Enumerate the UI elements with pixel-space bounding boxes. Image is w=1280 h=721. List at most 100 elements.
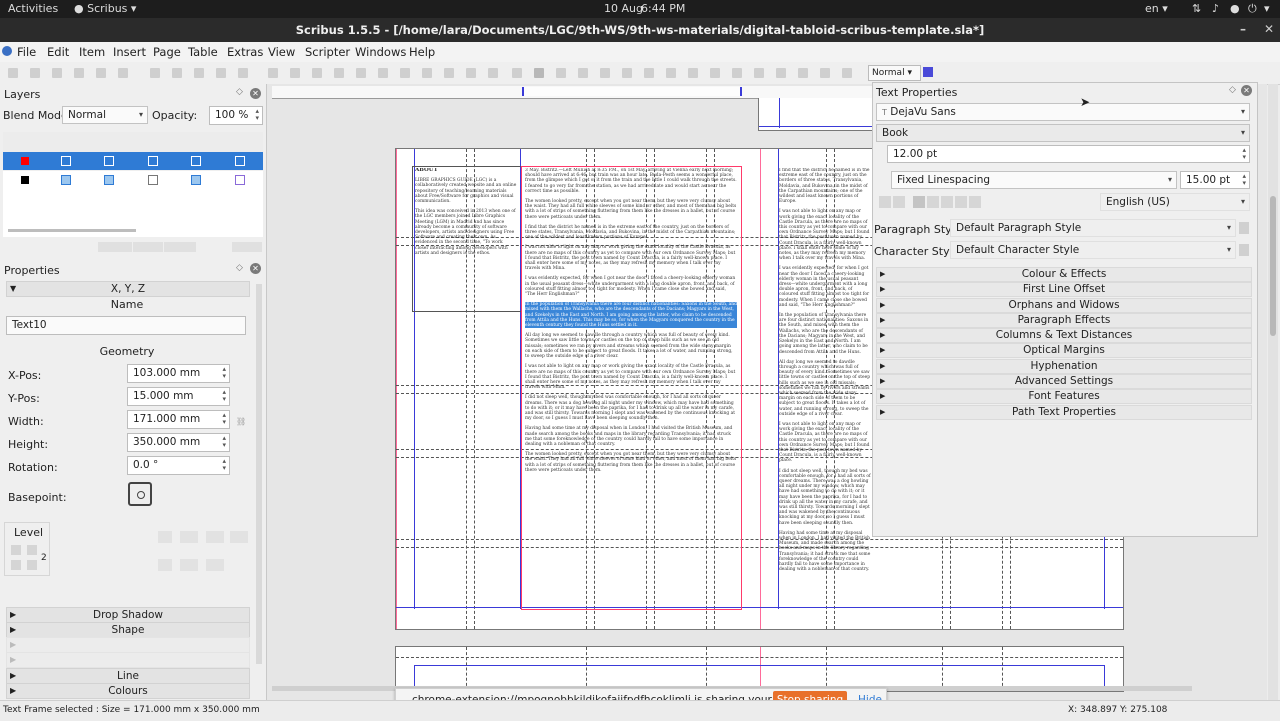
- language-indicator[interactable]: en ▾: [1145, 2, 1168, 15]
- menu-page[interactable]: Page: [153, 45, 181, 59]
- printing-enabled-icon[interactable]: [158, 559, 172, 571]
- x-pos-field[interactable]: 103.000 mm ▴ ▾: [127, 364, 230, 383]
- close-text-properties-icon[interactable]: ✕: [1241, 85, 1252, 96]
- scrollbar-thumb[interactable]: [1270, 196, 1276, 336]
- menu-view[interactable]: View: [268, 45, 295, 59]
- font-family-select[interactable]: T DejaVu Sans ▾: [876, 103, 1250, 121]
- spin-arrows-icon[interactable]: ▴ ▾: [1242, 173, 1246, 187]
- line-section[interactable]: ▶ Line: [6, 668, 250, 684]
- vertical-align-icon[interactable]: [955, 196, 967, 208]
- menu-table[interactable]: Table: [188, 45, 218, 59]
- lower-layer-icon[interactable]: [232, 242, 262, 252]
- calligraphic-icon[interactable]: [512, 68, 522, 78]
- system-menu-chevron-icon[interactable]: ▾: [1264, 2, 1270, 15]
- table-icon[interactable]: [334, 68, 344, 78]
- spin-arrows-icon[interactable]: ▴ ▾: [222, 435, 226, 449]
- flow-checkbox[interactable]: [191, 175, 201, 185]
- menu-item[interactable]: Item: [79, 45, 105, 59]
- bezier-icon[interactable]: [466, 68, 476, 78]
- lower-level-icon[interactable]: [27, 545, 37, 555]
- advanced-settings-section[interactable]: ▶ Advanced Settings: [876, 374, 1252, 389]
- line-icon[interactable]: [444, 68, 454, 78]
- text-annotation-icon[interactable]: [820, 68, 830, 78]
- width-field[interactable]: 171.000 mm ▴ ▾: [127, 410, 230, 429]
- edit-character-style-icon[interactable]: [1239, 244, 1249, 256]
- y-pos-field[interactable]: 15.000 mm ▴ ▾: [127, 387, 230, 406]
- spin-arrows-icon[interactable]: ▴ ▾: [222, 366, 226, 380]
- open-icon[interactable]: [30, 68, 40, 78]
- menu-windows[interactable]: Windows: [355, 45, 406, 59]
- polygon-icon[interactable]: [378, 68, 388, 78]
- float-panel-icon[interactable]: ◇: [236, 87, 243, 97]
- link-proportions-icon[interactable]: ⛓: [236, 417, 246, 426]
- menu-scripter[interactable]: Scripter: [305, 45, 350, 59]
- flip-h-icon[interactable]: [158, 531, 172, 543]
- name-field[interactable]: Text10: [6, 316, 246, 335]
- undo-icon[interactable]: [150, 68, 160, 78]
- save-icon[interactable]: [52, 68, 62, 78]
- power-icon[interactable]: ⏻: [1248, 2, 1257, 16]
- font-style-select[interactable]: Book ▾: [876, 124, 1250, 142]
- menu-file[interactable]: File: [17, 45, 36, 59]
- paste-icon[interactable]: [238, 68, 248, 78]
- edit-text-icon[interactable]: [534, 68, 544, 78]
- direction-icon[interactable]: [969, 196, 981, 208]
- optical-margins-section[interactable]: ▶ Optical Margins: [876, 343, 1252, 358]
- xyz-section-header[interactable]: ▼ X, Y, Z: [6, 281, 250, 297]
- shape-icon[interactable]: [356, 68, 366, 78]
- menu-edit[interactable]: Edit: [47, 45, 69, 59]
- link-annotation-icon[interactable]: [842, 68, 852, 78]
- group-section[interactable]: ▶: [6, 637, 250, 653]
- volume-icon[interactable]: ♪: [1212, 2, 1219, 15]
- add-layer-icon[interactable]: [98, 242, 132, 252]
- vertical-scrollbar[interactable]: [1268, 84, 1278, 700]
- menu-insert[interactable]: Insert: [113, 45, 146, 59]
- language-select[interactable]: English (US) ▾: [1100, 193, 1250, 211]
- float-panel-icon[interactable]: ◇: [1229, 85, 1236, 95]
- spin-arrows-icon[interactable]: ▴ ▾: [1242, 147, 1246, 161]
- opacity-field[interactable]: 100 % ▴ ▾: [209, 106, 263, 125]
- float-panel-icon[interactable]: ◇: [236, 263, 243, 273]
- rotation-field[interactable]: 0.0 ° ▴ ▾: [127, 456, 230, 475]
- edit-paragraph-style-icon[interactable]: [1239, 222, 1249, 234]
- lock-size-icon[interactable]: [230, 531, 248, 543]
- drop-shadow-section[interactable]: ▶ Drop Shadow: [6, 607, 250, 623]
- spin-arrows-icon[interactable]: ▴ ▾: [255, 108, 259, 122]
- spin-arrows-icon[interactable]: ▴ ▾: [222, 412, 226, 426]
- orphans-widows-section[interactable]: ▶ Orphans and Widows: [876, 298, 1252, 313]
- zoom-icon[interactable]: [556, 68, 566, 78]
- text-frame-icon[interactable]: [290, 68, 300, 78]
- spin-arrows-icon[interactable]: ▴ ▾: [222, 458, 226, 472]
- cut-icon[interactable]: [194, 68, 204, 78]
- menu-help[interactable]: Help: [409, 45, 435, 59]
- layers-scrollbar[interactable]: [8, 229, 136, 232]
- time-label[interactable]: 6:44 PM: [641, 2, 685, 15]
- visible-checkbox[interactable]: [61, 175, 71, 185]
- lock-icon[interactable]: [206, 531, 224, 543]
- text-section[interactable]: ▶: [6, 652, 250, 668]
- outline-checkbox[interactable]: [235, 156, 245, 166]
- pdf-combo-box-icon[interactable]: [776, 68, 786, 78]
- duplicate-layer-icon[interactable]: [164, 242, 196, 252]
- layer-row-1[interactable]: [3, 152, 263, 170]
- visible-checkbox[interactable]: [61, 156, 71, 166]
- justify-icon[interactable]: [927, 196, 939, 208]
- close-properties-icon[interactable]: ✕: [250, 263, 261, 274]
- character-style-select[interactable]: Default Character Style ▾: [950, 241, 1236, 259]
- path-text-properties-section[interactable]: ▶ Path Text Properties: [876, 405, 1252, 420]
- close-window-icon[interactable]: ✕: [1264, 22, 1274, 36]
- copy-icon[interactable]: [216, 68, 226, 78]
- colours-section[interactable]: ▶ Colours: [6, 683, 250, 699]
- remove-layer-icon[interactable]: [133, 242, 163, 252]
- redo-icon[interactable]: [172, 68, 182, 78]
- layer-row-2[interactable]: [3, 171, 263, 189]
- freehand-icon[interactable]: [488, 68, 498, 78]
- blend-mode-select[interactable]: Normal ▾: [62, 106, 148, 124]
- image-frame-icon[interactable]: [312, 68, 322, 78]
- shape-section[interactable]: ▶ Shape: [6, 622, 250, 638]
- close-layers-icon[interactable]: ✕: [250, 88, 261, 99]
- print-checkbox[interactable]: [104, 175, 114, 185]
- align-left-icon[interactable]: [879, 196, 891, 208]
- pdf-checkbox-icon[interactable]: [754, 68, 764, 78]
- outline-checkbox[interactable]: [235, 175, 245, 185]
